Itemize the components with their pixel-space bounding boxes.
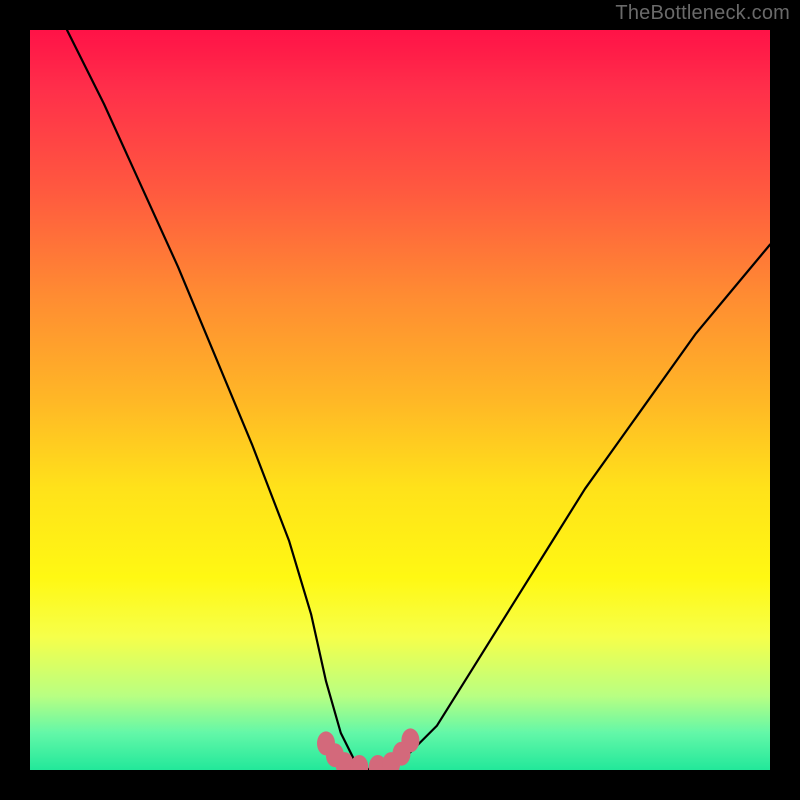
bottleneck-curve <box>67 30 770 770</box>
gradient-plot-area <box>30 30 770 770</box>
curve-svg <box>30 30 770 770</box>
watermark-text: TheBottleneck.com <box>615 2 790 25</box>
chart-frame: TheBottleneck.com <box>0 0 800 800</box>
lowest-bottleneck-markers <box>317 728 419 770</box>
marker-dot <box>401 728 419 752</box>
